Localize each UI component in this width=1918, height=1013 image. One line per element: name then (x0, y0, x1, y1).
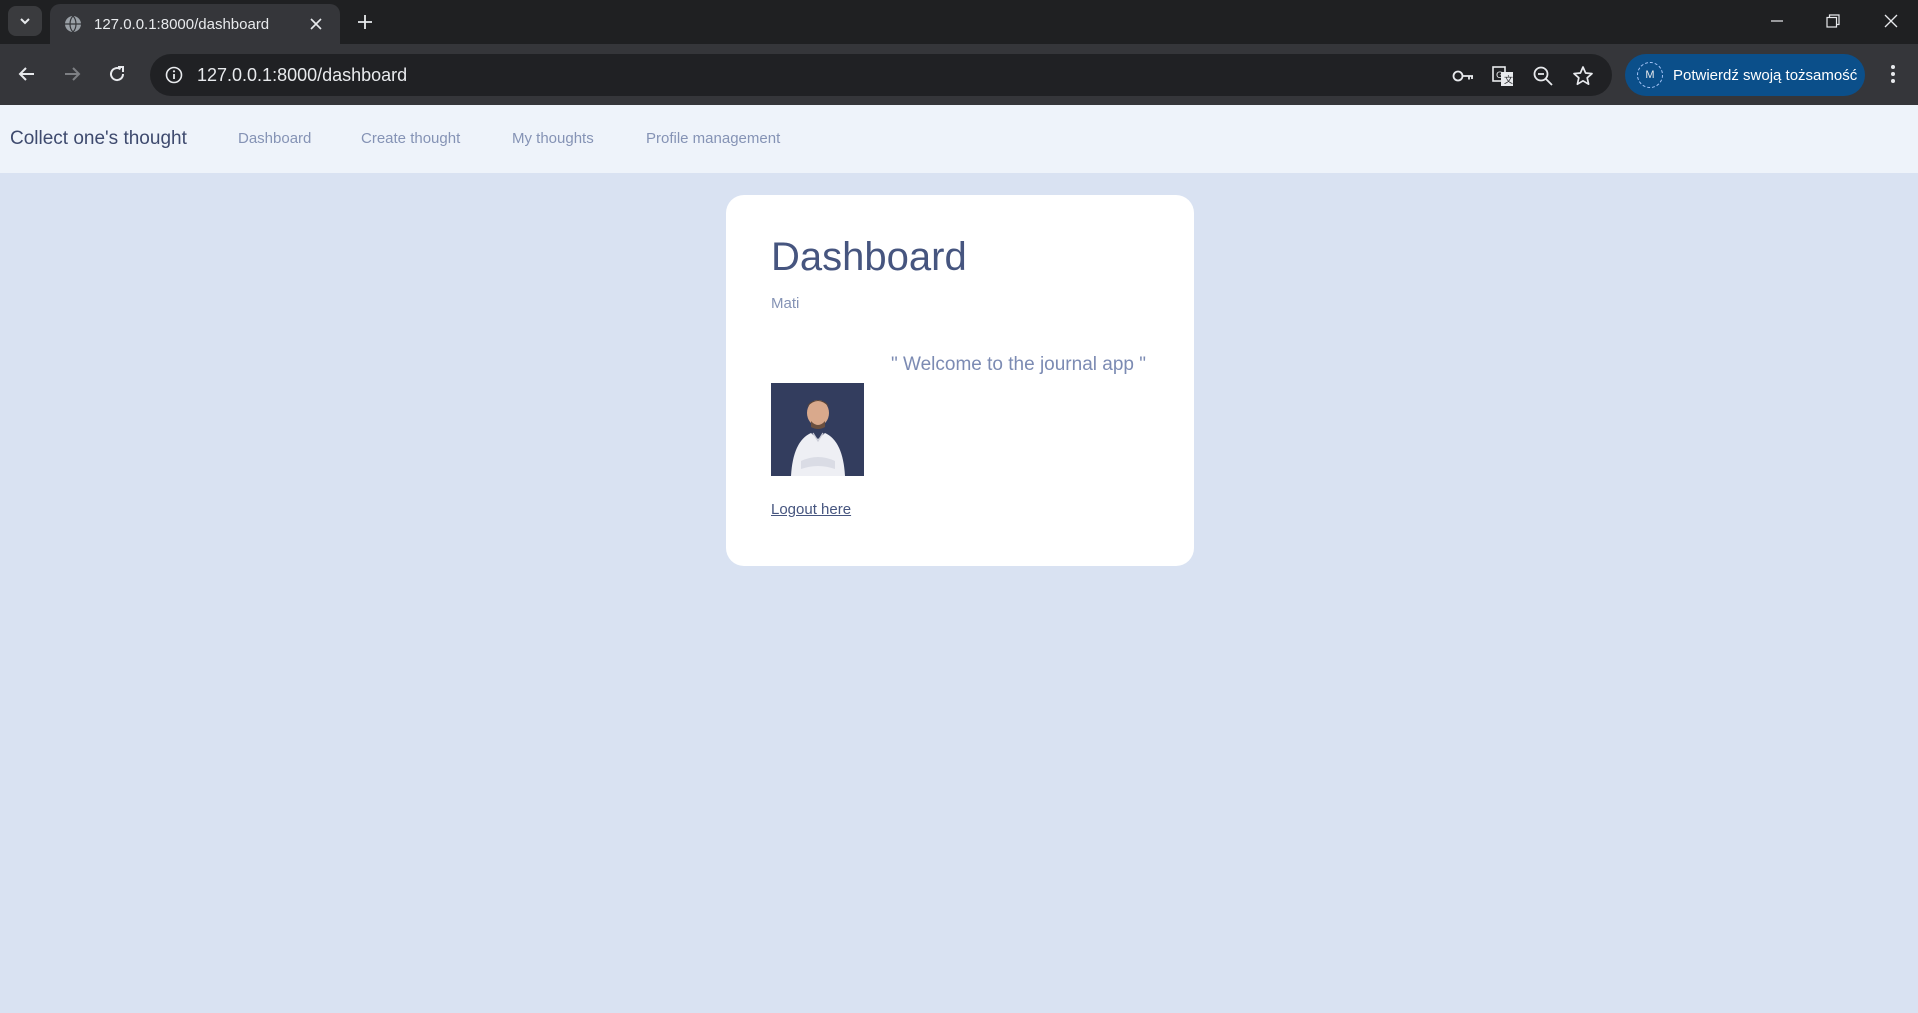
info-icon (165, 66, 183, 84)
profile-photo (771, 383, 864, 476)
reload-icon (110, 66, 125, 82)
username-text: Mati (771, 295, 800, 312)
browser-menu-button[interactable] (1880, 58, 1906, 90)
arrow-right-icon (65, 67, 81, 81)
password-key-icon[interactable] (1450, 63, 1476, 89)
logout-link[interactable]: Logout here (771, 501, 851, 518)
brand-link[interactable]: Collect one's thought (10, 105, 187, 173)
tab-search-button[interactable] (8, 6, 42, 36)
page-title: Dashboard (771, 235, 967, 279)
welcome-message: " Welcome to the journal app " (891, 354, 1146, 375)
back-button[interactable] (11, 58, 43, 90)
kebab-menu-icon (1891, 65, 1895, 83)
arrow-left-icon (18, 67, 34, 81)
nav-link-dashboard[interactable]: Dashboard (238, 105, 311, 173)
dashboard-card: Dashboard Mati " Welcome to the journal … (726, 195, 1194, 566)
zoom-out-icon[interactable] (1530, 63, 1556, 89)
svg-text:文: 文 (1504, 74, 1513, 86)
forward-button[interactable] (56, 58, 88, 90)
url-text: 127.0.0.1:8000/dashboard (197, 65, 408, 85)
close-window-button[interactable] (1868, 6, 1914, 36)
profile-verify-button[interactable]: M Potwierdź swoją tożsamość (1625, 54, 1865, 96)
translate-icon[interactable]: G文 (1490, 63, 1516, 89)
browser-tab-strip: 127.0.0.1:8000/dashboard (0, 0, 1918, 44)
nav-link-my-thoughts[interactable]: My thoughts (512, 105, 594, 173)
plus-icon (358, 15, 372, 29)
close-icon (1884, 14, 1898, 28)
restore-button[interactable] (1810, 6, 1856, 36)
reload-button[interactable] (101, 58, 133, 90)
svg-text:G: G (1496, 71, 1503, 81)
minimize-icon (1771, 20, 1783, 22)
site-navbar: Collect one's thought Dashboard Create t… (0, 105, 1918, 173)
browser-toolbar: 127.0.0.1:8000/dashboard G文 M Potwierdź … (0, 44, 1918, 105)
chevron-down-icon (20, 18, 30, 25)
site-info-button[interactable] (158, 59, 190, 91)
globe-icon (65, 15, 81, 33)
browser-tab[interactable]: 127.0.0.1:8000/dashboard (50, 4, 340, 44)
new-tab-button[interactable] (352, 9, 378, 35)
address-bar[interactable]: 127.0.0.1:8000/dashboard G文 (150, 54, 1612, 96)
tab-title: 127.0.0.1:8000/dashboard (94, 15, 270, 33)
restore-icon (1826, 14, 1840, 28)
minimize-button[interactable] (1754, 6, 1800, 36)
profile-avatar: M (1637, 62, 1663, 88)
close-tab-icon[interactable] (306, 14, 326, 34)
bookmark-star-icon[interactable] (1570, 63, 1596, 89)
nav-link-profile-management[interactable]: Profile management (646, 105, 780, 173)
nav-link-create-thought[interactable]: Create thought (361, 105, 460, 173)
profile-button-label: Potwierdź swoją tożsamość (1673, 66, 1858, 84)
